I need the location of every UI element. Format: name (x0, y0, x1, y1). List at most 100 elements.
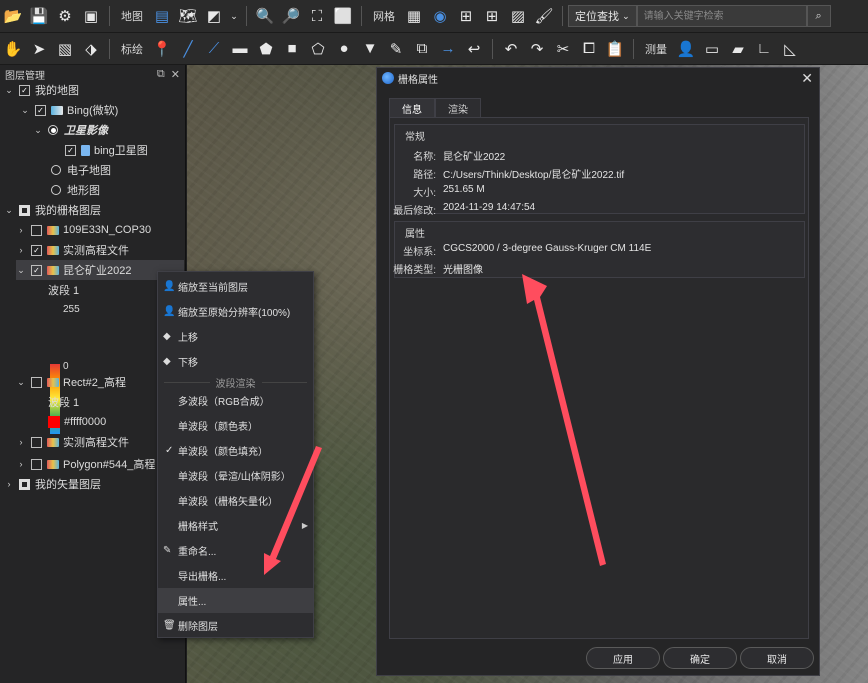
chevron-down-icon[interactable]: ⌄ (33, 125, 43, 136)
tree-item-electronic-map[interactable]: 电子地图 (46, 160, 111, 180)
checkbox-checked[interactable]: ✓ (31, 264, 42, 276)
menu-item-single-colorfill[interactable]: ✓ 单波段（颜色填充） (158, 438, 313, 463)
tree-item-elevation-file[interactable]: › ✓ 实测高程文件 (16, 240, 129, 260)
layer-box-icon[interactable]: ⧉ (411, 38, 433, 60)
line-icon[interactable]: ╱ (177, 38, 199, 60)
tree-item-my-map[interactable]: ⌄ ✓ 我的地图 (4, 80, 79, 100)
chevron-down-icon[interactable]: ⌄ (16, 377, 26, 388)
grid-icon[interactable]: ▦ (403, 5, 425, 27)
chevron-down-icon[interactable]: ⌄ (20, 105, 30, 116)
redo-icon[interactable]: ↷ (526, 38, 548, 60)
radio-selected[interactable] (48, 125, 58, 135)
image-icon[interactable]: ▣ (80, 5, 102, 27)
menu-item-move-up[interactable]: ◆ 上移 (158, 324, 313, 349)
menu-item-single-vectorize[interactable]: 单波段（栅格矢量化） (158, 488, 313, 513)
globe-icon[interactable]: ◉ (429, 5, 451, 27)
menu-item-single-colortable[interactable]: 单波段（颜色表） (158, 413, 313, 438)
menu-item-zoom-native[interactable]: 👤 缩放至原始分辨率(100%) (158, 299, 313, 324)
chevron-right-icon[interactable]: › (16, 225, 26, 235)
full-extent-icon[interactable]: ⬜ (332, 5, 354, 27)
world-map-icon[interactable]: 🗺 (177, 5, 199, 27)
tree-item-rect2[interactable]: ⌄ Rect#2_高程 (16, 372, 126, 392)
menu-item-rename[interactable]: ✎ 重命名... (158, 538, 313, 563)
menu-item-single-hillshade[interactable]: 单波段（晕渲/山体阴影） (158, 463, 313, 488)
circle-icon[interactable]: ● (333, 38, 355, 60)
box-select-icon[interactable]: ⬗ (80, 38, 102, 60)
ruler-icon[interactable]: ▭ (701, 38, 723, 60)
chevron-down-icon[interactable]: ⌄ (16, 265, 26, 276)
photo-icon[interactable]: ▨ (507, 5, 529, 27)
map-layers-icon[interactable]: ▤ (151, 5, 173, 27)
search-input[interactable] (636, 5, 807, 27)
polyline-icon[interactable]: ⟋ (203, 38, 225, 60)
tree-item-bing-satellite[interactable]: ✓ bing卫星图 (60, 140, 148, 160)
tree-item-cop30[interactable]: › 109E33N_COP30 (16, 220, 152, 240)
zoom-extent-icon[interactable]: ⛶ (306, 5, 328, 27)
grid-table-icon[interactable]: ⊞ (455, 5, 477, 27)
menu-item-properties[interactable]: 属性... (158, 588, 313, 613)
tree-item-terrain-map[interactable]: 地形图 (46, 180, 100, 200)
menu-item-export-raster[interactable]: 导出栅格... (158, 563, 313, 588)
chevron-right-icon[interactable]: › (4, 479, 14, 489)
chevron-down-icon[interactable]: ⌄ (229, 5, 239, 27)
checkbox-unchecked[interactable] (31, 376, 42, 388)
ok-button[interactable]: 确定 (663, 647, 737, 669)
menu-item-delete-layer[interactable]: 🗑 删除图层 (158, 613, 313, 638)
checkbox-checked[interactable]: ✓ (31, 244, 42, 256)
chart-icon[interactable]: ◩ (203, 5, 225, 27)
tab-info[interactable]: 信息 (389, 98, 435, 117)
checkbox-unchecked[interactable] (31, 458, 42, 470)
radio-unselected[interactable] (51, 165, 61, 175)
tree-item-my-raster-layers[interactable]: ⌄ 我的栅格图层 (4, 200, 101, 220)
tree-item-elevation-file-2[interactable]: › 实测高程文件 (16, 432, 129, 452)
paste-icon[interactable]: 📋 (604, 38, 626, 60)
menu-item-multiband[interactable]: 多波段（RGB合成） (158, 388, 313, 413)
square-icon[interactable]: ■ (281, 38, 303, 60)
search-icon[interactable]: ⌕ (806, 5, 831, 27)
menu-item-zoom-to-layer[interactable]: 👤 缩放至当前图层 (158, 274, 313, 299)
locate-combo[interactable]: 定位查找 ⌄ (568, 5, 637, 27)
checkbox-partial[interactable] (19, 478, 30, 490)
menu-item-raster-style[interactable]: 栅格样式 ▶ (158, 513, 313, 538)
checkbox-unchecked[interactable] (31, 436, 42, 448)
polygon-icon[interactable]: ⬠ (307, 38, 329, 60)
rectangle-icon[interactable]: ▬ (229, 38, 251, 60)
chevron-right-icon[interactable]: › (16, 437, 26, 447)
copy-icon[interactable]: ⧠ (578, 38, 600, 60)
float-icon[interactable]: ⧉ (157, 68, 165, 81)
pen-underline-icon[interactable]: ✎ (385, 38, 407, 60)
menu-item-move-down[interactable]: ◆ 下移 (158, 349, 313, 374)
triangle-down-icon[interactable]: ▼ (359, 38, 381, 60)
cancel-button[interactable]: 取消 (740, 647, 814, 669)
scissors-icon[interactable]: ✂ (552, 38, 574, 60)
chevron-right-icon[interactable]: › (16, 245, 26, 255)
gear-icon[interactable]: ⚙ (54, 5, 76, 27)
tree-item-polygon544[interactable]: › Polygon#544_高程 (16, 454, 155, 474)
pointer-icon[interactable]: ➤ (28, 38, 50, 60)
checkbox-checked[interactable]: ✓ (19, 84, 30, 96)
area-icon[interactable]: ▰ (727, 38, 749, 60)
close-icon[interactable]: ✕ (801, 70, 813, 87)
grid-table-2-icon[interactable]: ⊞ (481, 5, 503, 27)
zoom-in-icon[interactable]: 🔍 (254, 5, 276, 27)
tab-render[interactable]: 渲染 (435, 98, 481, 117)
radio-unselected[interactable] (51, 185, 61, 195)
apply-button[interactable]: 应用 (586, 647, 660, 669)
close-icon[interactable]: ✕ (171, 68, 180, 81)
checkbox-partial[interactable] (19, 204, 30, 216)
pin-icon[interactable]: 📍 (151, 38, 173, 60)
chevron-down-icon[interactable]: ⌄ (4, 85, 14, 96)
triangle-measure-icon[interactable]: ◺ (779, 38, 801, 60)
pentagon-tag-icon[interactable]: ⬟ (255, 38, 277, 60)
select-icon[interactable]: ▧ (54, 38, 76, 60)
chevron-down-icon[interactable]: ⌄ (4, 205, 14, 216)
angle-icon[interactable]: ∟ (753, 38, 775, 60)
tree-item-my-vector-layers[interactable]: › 我的矢量图层 (4, 474, 101, 494)
checkbox-checked[interactable]: ✓ (35, 104, 46, 116)
checkbox-unchecked[interactable] (31, 224, 42, 236)
tree-item-satellite[interactable]: ⌄ 卫星影像 (33, 120, 108, 140)
arrow-right-icon[interactable]: → (437, 38, 459, 60)
checkbox-checked[interactable]: ✓ (65, 144, 76, 156)
save-icon[interactable]: 💾 (28, 5, 50, 27)
chevron-right-icon[interactable]: › (16, 459, 26, 469)
